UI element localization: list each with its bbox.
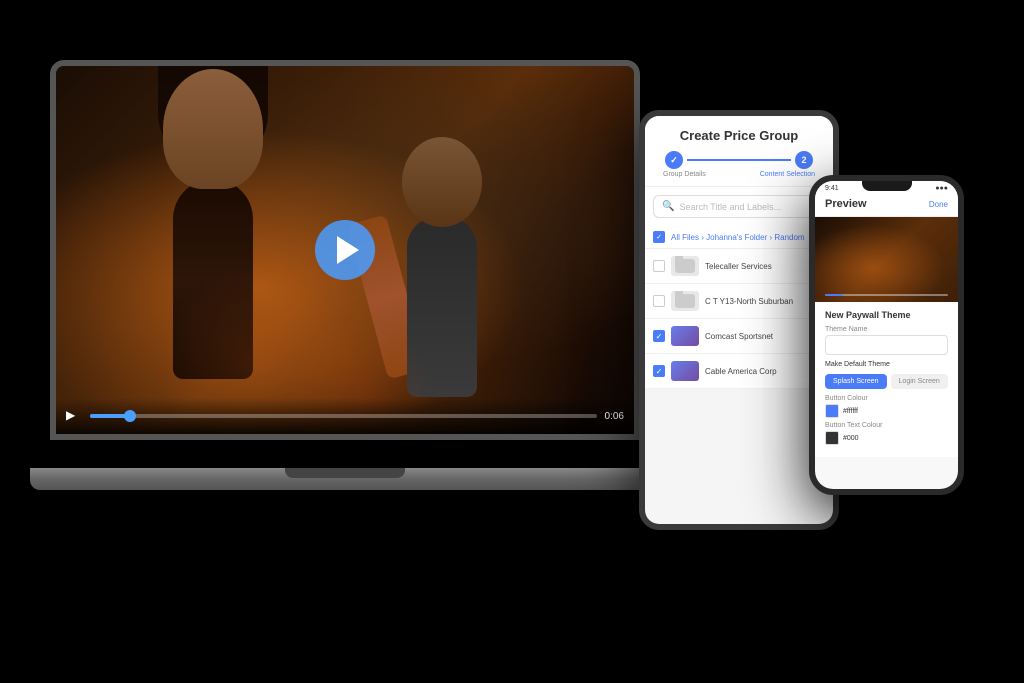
table-row[interactable]: ✓ Comcast Sportsnet bbox=[645, 319, 833, 354]
play-icon bbox=[337, 236, 359, 264]
button-text-colour-label: Button Text Colour bbox=[825, 422, 948, 429]
phone-section-title: New Paywall Theme bbox=[825, 310, 948, 320]
thumb-progress-bar bbox=[825, 294, 948, 296]
phone: 9:41 ●●● Preview Done New Paywall Theme bbox=[809, 175, 964, 495]
default-theme-label: Make Default Theme bbox=[825, 361, 890, 368]
tablet-file-list: Telecaller Services C T Y13-North Suburb… bbox=[645, 249, 833, 389]
video-thumb-4 bbox=[671, 361, 699, 381]
tablet-header: Create Price Group ✓ 2 Group Details Con… bbox=[645, 116, 833, 187]
progress-fill bbox=[90, 414, 131, 418]
file-checkbox-4[interactable]: ✓ bbox=[653, 365, 665, 377]
breadcrumb-checkbox[interactable]: ✓ bbox=[653, 231, 665, 243]
step-2-circle: 2 bbox=[795, 151, 813, 169]
table-row[interactable]: ✓ Cable America Corp bbox=[645, 354, 833, 389]
step-2-label: Content Selection bbox=[760, 171, 815, 178]
file-name-2: C T Y13-North Suburban bbox=[705, 297, 825, 306]
folder-icon-2 bbox=[671, 291, 699, 311]
tablet-search-area: 🔍 Search Title and Labels... bbox=[645, 187, 833, 226]
progress-bar[interactable] bbox=[90, 414, 597, 418]
file-checkbox-3[interactable]: ✓ bbox=[653, 330, 665, 342]
button-text-colour-swatch[interactable] bbox=[825, 431, 839, 445]
play-pause-button[interactable]: ▶ bbox=[66, 408, 82, 424]
thumb-progress-fill bbox=[825, 294, 843, 296]
thumbnail-progress bbox=[825, 294, 948, 296]
table-row[interactable]: C T Y13-North Suburban bbox=[645, 284, 833, 319]
scene: ▶ 0:06 Create Price Group bbox=[0, 0, 1024, 683]
tablet-breadcrumb[interactable]: ✓ All Files › Johanna's Folder › Random bbox=[645, 226, 833, 249]
laptop-base bbox=[30, 468, 660, 490]
laptop: ▶ 0:06 bbox=[50, 60, 670, 490]
step-labels: Group Details Content Selection bbox=[655, 169, 823, 178]
phone-time: 9:41 bbox=[825, 185, 839, 192]
button-text-colour-row: #000 bbox=[825, 431, 948, 445]
file-checkbox-1[interactable] bbox=[653, 260, 665, 272]
theme-name-label: Theme Name bbox=[825, 326, 948, 333]
phone-done-button[interactable]: Done bbox=[929, 200, 948, 209]
button-text-colour-value: #000 bbox=[843, 435, 859, 442]
search-icon: 🔍 bbox=[662, 201, 674, 212]
button-colour-value: #ffffff bbox=[843, 408, 858, 415]
table-row[interactable]: Telecaller Services bbox=[645, 249, 833, 284]
search-placeholder: Search Title and Labels... bbox=[679, 202, 781, 212]
video-controls: ▶ 0:06 bbox=[56, 398, 634, 434]
theme-name-input[interactable] bbox=[825, 335, 948, 355]
file-name-4: Cable America Corp bbox=[705, 367, 825, 376]
folder-icon-1 bbox=[671, 256, 699, 276]
step-1-circle: ✓ bbox=[665, 151, 683, 169]
step-1-label: Group Details bbox=[663, 171, 706, 178]
button-colour-row: #ffffff bbox=[825, 404, 948, 418]
file-name-1: Telecaller Services bbox=[705, 262, 825, 271]
phone-signal: ●●● bbox=[935, 185, 948, 192]
phone-notch bbox=[862, 181, 912, 191]
laptop-notch bbox=[285, 468, 405, 478]
guitarist-figure bbox=[387, 147, 547, 397]
file-name-3: Comcast Sportsnet bbox=[705, 332, 825, 341]
phone-thumbnail bbox=[815, 217, 958, 302]
tablet-screen: Create Price Group ✓ 2 Group Details Con… bbox=[645, 116, 833, 524]
play-button[interactable] bbox=[315, 220, 375, 280]
progress-dot bbox=[124, 410, 136, 422]
phone-screen: 9:41 ●●● Preview Done New Paywall Theme bbox=[815, 181, 958, 489]
phone-header-title: Preview bbox=[825, 198, 867, 210]
file-checkbox-2[interactable] bbox=[653, 295, 665, 307]
step-line bbox=[687, 159, 791, 161]
button-colour-swatch[interactable] bbox=[825, 404, 839, 418]
breadcrumb-text: All Files › Johanna's Folder › Random bbox=[671, 233, 805, 242]
phone-tab-group: Splash Screen Login Screen bbox=[825, 374, 948, 389]
default-theme-row: Make Default Theme bbox=[825, 361, 948, 368]
button-colour-label: Button Colour bbox=[825, 395, 948, 402]
tablet-title: Create Price Group bbox=[655, 128, 823, 143]
time-display: 0:06 bbox=[605, 411, 624, 422]
login-screen-tab[interactable]: Login Screen bbox=[891, 374, 948, 389]
laptop-screen: ▶ 0:06 bbox=[50, 60, 640, 440]
tablet-steps: ✓ 2 bbox=[655, 151, 823, 169]
video-thumb-3 bbox=[671, 326, 699, 346]
phone-header: Preview Done bbox=[815, 194, 958, 217]
splash-screen-tab[interactable]: Splash Screen bbox=[825, 374, 887, 389]
thumbnail-overlay bbox=[815, 217, 958, 302]
search-box[interactable]: 🔍 Search Title and Labels... bbox=[653, 195, 825, 218]
phone-content: New Paywall Theme Theme Name Make Defaul… bbox=[815, 302, 958, 457]
